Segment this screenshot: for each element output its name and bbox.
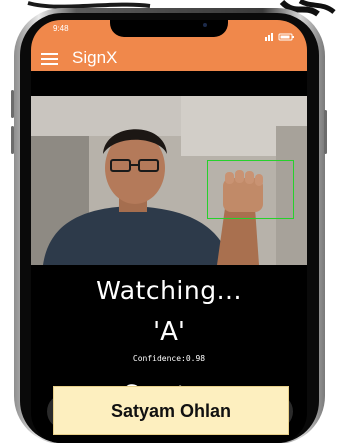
screenshot-stage: 9:48 SignX Watching... 'A' Confidence:0.…: [0, 0, 337, 443]
recognition-status: Watching...: [96, 276, 242, 305]
power-button: [324, 110, 327, 154]
app-bar: SignX: [31, 46, 307, 71]
front-camera-icon: [203, 23, 207, 27]
volume-button: [11, 126, 14, 154]
volume-button: [11, 90, 14, 118]
camera-preview: [31, 96, 307, 265]
status-time: 9:48: [53, 24, 69, 33]
battery-icon: [265, 33, 294, 41]
hamburger-menu-icon[interactable]: [41, 53, 58, 65]
name-caption: Satyam Ohlan: [53, 386, 289, 435]
phone-screen: 9:48 SignX Watching... 'A' Confidence:0.…: [31, 20, 307, 443]
confidence-score: Confidence:0.98: [132, 354, 206, 363]
app-title: SignX: [72, 48, 118, 67]
hand-detection-box: [207, 160, 294, 219]
status-icons: [265, 26, 295, 45]
recognized-letter: 'A': [152, 317, 186, 347]
phone-notch: [110, 20, 228, 37]
